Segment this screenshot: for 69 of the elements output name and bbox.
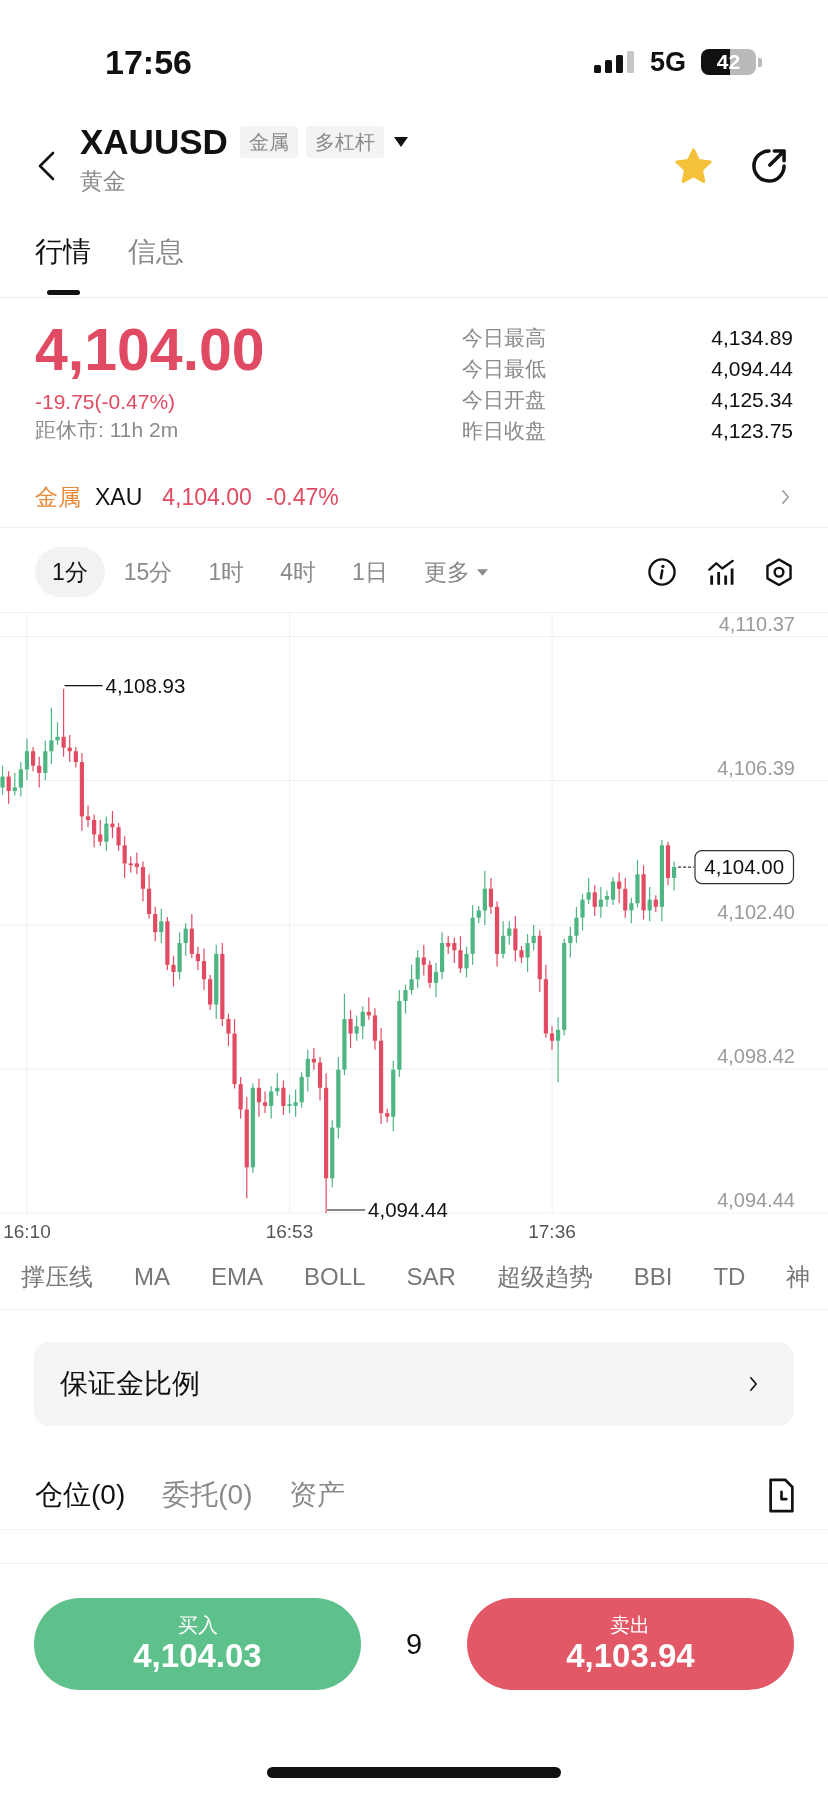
related-price: 4,104.00 — [162, 483, 252, 511]
caret-icon — [476, 568, 488, 576]
indicator-option[interactable]: 超级趋势 — [496, 1252, 593, 1302]
stat-label: 昨日收盘 — [462, 417, 546, 444]
chevron-right-icon — [749, 1376, 758, 1392]
current-price: 4,104.00 — [35, 320, 265, 380]
interval-tab[interactable]: 1分 — [35, 547, 105, 597]
indicator-option[interactable]: SAR — [406, 1252, 456, 1302]
stat-label: 今日开盘 — [462, 386, 546, 413]
price-change: -19.75(-0.47%) — [35, 389, 176, 415]
settings-icon[interactable] — [766, 557, 792, 587]
stat-value: 4,134.89 — [711, 324, 793, 351]
tab[interactable]: 信息 — [128, 234, 184, 295]
tab[interactable]: 行情 — [35, 234, 91, 295]
indicator-option[interactable]: BBI — [633, 1252, 673, 1302]
network-label: 5G — [649, 46, 686, 78]
related-symbol: XAU — [95, 483, 143, 511]
status-time: 17:56 — [105, 42, 192, 82]
spread-value: 9 — [405, 1627, 423, 1661]
y-axis-label: 4,094.44 — [717, 1189, 795, 1211]
indicator-option[interactable]: 神 — [786, 1252, 811, 1302]
account-tab[interactable]: 资产 — [289, 1467, 346, 1523]
price-marker: 4,108.93 — [105, 673, 186, 697]
sell-button[interactable]: 卖出 4,103.94 — [467, 1598, 794, 1690]
interval-tab[interactable]: 4时 — [263, 547, 333, 597]
share-icon[interactable] — [752, 148, 786, 183]
caret-icon[interactable] — [393, 137, 408, 147]
indicator-option[interactable]: TD — [713, 1252, 746, 1302]
stat-label: 今日最低 — [462, 355, 546, 382]
indicator-option[interactable]: EMA — [211, 1252, 263, 1302]
chart-type-icon[interactable] — [707, 558, 735, 586]
marker-leader — [326, 1209, 366, 1211]
document-clock-icon[interactable] — [768, 1477, 795, 1513]
symbol-tag: 金属 — [239, 126, 298, 158]
chevron-right-icon[interactable] — [781, 489, 790, 505]
y-axis-label: 4,106.39 — [717, 756, 795, 779]
y-axis-label: 4,098.42 — [717, 1044, 795, 1067]
interval-tab[interactable]: 15分 — [106, 547, 190, 597]
stat-value: 4,123.75 — [711, 417, 793, 444]
stat-label: 今日最高 — [462, 324, 546, 351]
signal-icon — [593, 51, 634, 73]
related-change: -0.47% — [265, 483, 339, 511]
interval-tab[interactable]: 1时 — [191, 547, 262, 597]
interval-tab[interactable]: 1日 — [335, 547, 405, 597]
info-icon[interactable] — [648, 558, 676, 586]
marker-leader — [64, 685, 104, 687]
back-icon[interactable] — [37, 151, 55, 181]
stat-value: 4,125.34 — [711, 386, 793, 413]
stat-value: 4,094.44 — [711, 355, 793, 382]
star-icon[interactable] — [675, 148, 712, 184]
symbol-subtitle: 黄金 — [80, 168, 126, 194]
indicator-option[interactable]: BOLL — [304, 1252, 366, 1302]
x-axis-label: 16:53 — [265, 1221, 314, 1242]
x-axis-label: 16:10 — [3, 1221, 51, 1242]
indicator-option[interactable]: MA — [134, 1252, 170, 1302]
x-axis-label: 17:36 — [528, 1221, 576, 1242]
interval-tab[interactable]: 更多 — [406, 547, 505, 597]
y-axis-label: 4,110.37 — [718, 613, 795, 635]
market-close-countdown: 距休市: 11h 2m — [35, 417, 179, 443]
y-axis-label: 4,102.40 — [717, 900, 795, 923]
account-tab[interactable]: 委托(0) — [162, 1467, 253, 1523]
indicator-option[interactable]: 撑压线 — [21, 1252, 93, 1302]
price-marker: 4,094.44 — [368, 1198, 448, 1221]
symbol-title: XAUUSD — [80, 122, 228, 162]
margin-ratio-row[interactable]: 保证金比例 — [34, 1342, 794, 1426]
symbol-tag: 多杠杆 — [305, 126, 384, 158]
category-label: 金属 — [35, 482, 81, 512]
ref-line-label: 4,104.00 — [704, 855, 785, 879]
account-tab[interactable]: 仓位(0) — [35, 1467, 126, 1523]
